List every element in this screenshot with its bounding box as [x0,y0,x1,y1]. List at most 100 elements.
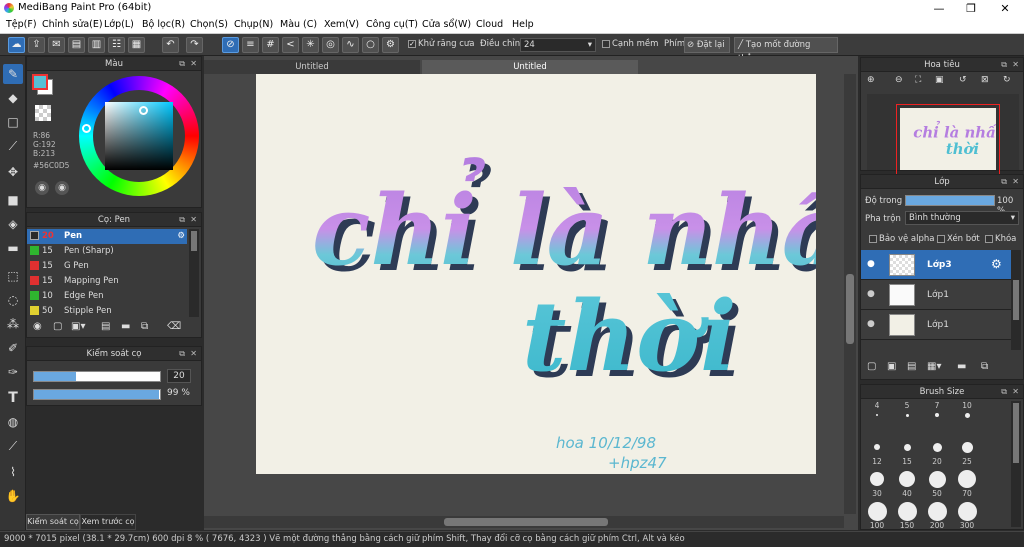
zoom-in-icon[interactable]: ⊕ [867,75,875,85]
menu-help[interactable]: Help [512,19,534,30]
brush-size-dot[interactable] [870,472,884,486]
brush-item-stipple-pen[interactable]: 50 Stipple Pen [27,304,187,319]
layer-row-layer1b[interactable]: ● Lớp1 [861,310,1021,340]
brush-tool-icon[interactable]: ✎ [3,64,23,84]
brush-item-pen[interactable]: 20 Pen ⚙ [27,229,187,244]
menu-edit[interactable]: Chỉnh sửa(E) [42,19,103,30]
eye-icon[interactable]: ● [867,259,875,269]
rotate-right-icon[interactable]: ↻ [1003,75,1011,85]
magic-wand-icon[interactable]: ⁂ [3,314,23,334]
tab-document-1[interactable]: Untitled [204,60,420,74]
divide-tool-icon[interactable]: ⟋ [3,436,23,456]
new-brush-icon[interactable]: ▢ [53,321,62,332]
popout-icon[interactable]: ⧉ [1001,385,1007,399]
menu-cloud[interactable]: Cloud [476,19,503,30]
eyedropper-icon[interactable]: ⌇ [3,462,23,482]
layer-row-layer3[interactable]: ● Lớp3 ⚙ [861,250,1021,280]
drawing-canvas[interactable]: chỉ là nhất chỉ là nhất thời thời hoa 10… [256,74,894,474]
close-icon[interactable]: ✕ [1012,58,1019,72]
snap-off-icon[interactable]: ⊘ [222,37,239,53]
message-icon[interactable]: ▤ [68,37,85,53]
zoom-out-icon[interactable]: ⊖ [895,75,903,85]
curve-snap-icon[interactable]: ∿ [342,37,359,53]
brush-size-dot[interactable] [874,444,880,450]
reset-button[interactable]: ⊘ Đặt lại [684,37,730,53]
undo-icon[interactable]: ↶ [162,37,179,53]
menu-capture[interactable]: Chụp(N) [234,19,273,30]
grid-icon[interactable]: ▦ [128,37,145,53]
eye-icon[interactable]: ● [867,319,875,329]
add-layer-menu-icon[interactable]: ▦▾ [927,361,941,372]
copy-icon[interactable]: ⧉ [141,321,148,332]
close-icon[interactable]: ✕ [1012,175,1019,189]
brush-doc-icon[interactable]: ▤ [101,321,110,332]
layer-opacity-slider[interactable] [905,195,995,206]
menu-color[interactable]: Màu (C) [280,19,317,30]
palette-add-icon[interactable]: ◉ [55,181,69,195]
new-layer-icon[interactable]: ▢ [867,361,876,372]
brush-size-dot[interactable] [899,471,915,487]
brush-item-edge-pen[interactable]: 10 Edge Pen [27,289,187,304]
create-line-button[interactable]: ╱ Tạo mốt đường thẳng [734,37,838,64]
close-icon[interactable]: ✕ [1012,385,1019,399]
brush-size-dot[interactable] [964,412,970,418]
trash-icon[interactable]: ⌫ [167,321,181,332]
brush-size-dot[interactable] [905,413,909,417]
close-icon[interactable]: ✕ [190,347,197,361]
brush-item-g-pen[interactable]: 15 G Pen [27,259,187,274]
new-8bit-layer-icon[interactable]: ▤ [907,361,916,372]
brush-item-pen-sharp[interactable]: 15 Pen (Sharp) [27,244,187,259]
move-tool-icon[interactable]: ✥ [3,162,23,182]
layer-row-layer1a[interactable]: ● Lớp1 [861,280,1021,310]
fg-color-swatch[interactable] [32,74,48,90]
smooth-edge-checkbox[interactable]: Cạnh mềm [602,39,658,49]
popout-icon[interactable]: ⧉ [1001,175,1007,189]
lock-checkbox[interactable]: Khóa [985,234,1016,244]
brush-settings-icon[interactable]: ◉ [33,321,42,332]
minimize-button[interactable]: — [924,0,954,17]
bucket-tool-icon[interactable]: ◈ [3,214,23,234]
menu-select[interactable]: Chọn(S) [190,19,228,30]
duplicate-layer-icon[interactable]: ⧉ [981,361,988,372]
menu-tools[interactable]: Công cụ(T) [366,19,418,30]
line-tool-icon[interactable]: ⟋ [3,136,23,156]
select-tool-icon[interactable]: ⬚ [3,266,23,286]
horizontal-scrollbar[interactable] [204,516,844,528]
folder-icon[interactable]: ▬ [121,321,130,332]
brush-size-dot[interactable] [867,501,887,521]
text-tool-icon[interactable]: T [3,388,23,408]
menu-filter[interactable]: Bộ lọc(R) [142,19,185,30]
share-icon[interactable]: ⇪ [28,37,45,53]
hand-tool-icon[interactable]: ✋ [3,486,23,506]
eye-icon[interactable]: ● [867,289,875,299]
tab-brush-preview[interactable]: Xem trước cọ [80,514,136,530]
maximize-button[interactable]: ❐ [956,0,986,17]
brush-list-scrollbar[interactable] [189,229,199,317]
brush-size-dot[interactable] [957,501,977,521]
menu-view[interactable]: Xem(V) [324,19,359,30]
popout-icon[interactable]: ⧉ [179,213,185,227]
new-halftone-layer-icon[interactable]: ▣ [887,361,896,372]
brush-size-dot[interactable] [876,414,878,416]
lasso-tool-icon[interactable]: ◌ [3,290,23,310]
actual-size-icon[interactable]: ▣ [935,75,944,85]
brush-size-dot[interactable] [935,413,939,417]
menu-window[interactable]: Cửa sổ(W) [422,19,471,30]
gradient-tool-icon[interactable]: ▬ [3,238,23,258]
popout-icon[interactable]: ⧉ [179,57,185,71]
popout-icon[interactable]: ⧉ [1001,58,1007,72]
transparent-swatch[interactable] [35,105,51,121]
eraser-tool-icon[interactable]: ◆ [3,88,23,108]
brush-size-dot[interactable] [932,442,942,452]
radial-snap-icon[interactable]: ✳ [302,37,319,53]
close-button[interactable]: ✕ [990,0,1020,17]
size-slider[interactable] [33,371,161,382]
menu-file[interactable]: Tệp(F) [6,19,37,30]
document-icon[interactable]: ▥ [88,37,105,53]
concentric-snap-icon[interactable]: ◎ [322,37,339,53]
menu-layer[interactable]: Lớp(L) [104,19,134,30]
navigator-preview[interactable]: chỉ là nhất thời [867,94,1019,178]
select-pen-icon[interactable]: ✐ [3,338,23,358]
parallel-snap-icon[interactable]: ≡ [242,37,259,53]
protect-alpha-checkbox[interactable]: Bảo vệ alpha [869,234,934,244]
